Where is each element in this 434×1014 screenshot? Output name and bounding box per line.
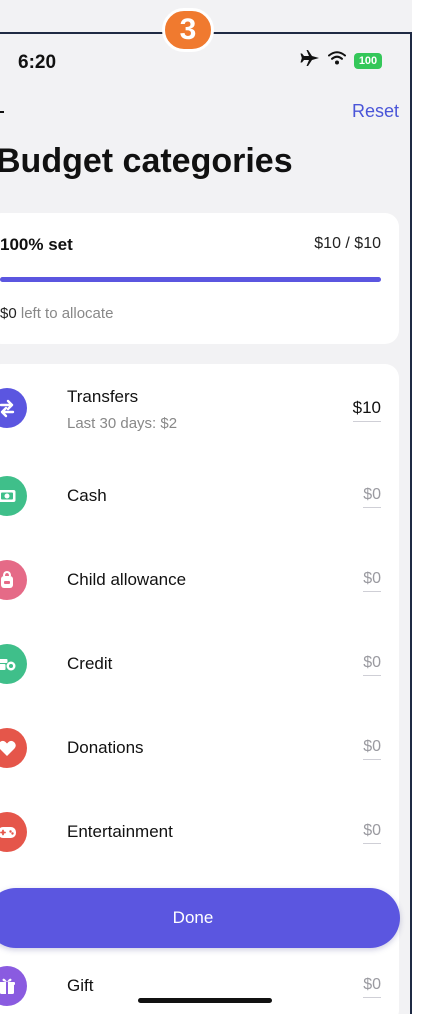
category-name: Entertainment [67,822,173,841]
category-amount[interactable]: $10 [352,398,381,422]
amount-ratio: $10 / $10 [314,235,381,252]
category-row-entertainment[interactable]: Entertainment $0 [0,802,399,862]
status-time: 6:20 [18,52,57,73]
status-icons: 100 [300,50,382,71]
category-row-cash[interactable]: Cash $0 [0,466,399,526]
gamepad-icon [0,812,27,852]
percent-set-label: 100% set [0,235,73,254]
backpack-icon [0,560,27,600]
allocation-progress-fill [0,277,381,282]
category-amount[interactable]: $0 [363,738,381,760]
left-text: left to allocate [16,305,114,322]
done-button[interactable]: Done [0,888,400,948]
category-row-donations[interactable]: Donations $0 [0,718,399,778]
reset-button[interactable]: Reset [352,101,399,122]
category-amount[interactable]: $0 [363,570,381,592]
transfer-arrows-icon [0,388,27,428]
category-name: Cash [67,486,107,505]
gift-icon [0,966,27,1006]
category-name: Gift [67,976,94,995]
app-screen: 6:20 100 Reset Budget categories 100% se… [0,0,434,1014]
category-row-child-allowance[interactable]: Child allowance $0 [0,550,399,610]
allocation-progress-bar [0,277,381,282]
category-row-gift[interactable]: Gift $0 [0,956,399,1014]
category-name: Credit [67,654,113,673]
wifi-icon [328,51,346,70]
category-amount[interactable]: $0 [363,654,381,676]
budget-summary-card: 100% set $10 / $10 $0 left to allocate [0,213,399,344]
screen-margin [412,0,434,1014]
category-amount[interactable]: $0 [363,976,381,998]
category-row-transfers[interactable]: Transfers Last 30 days: $2 $10 [0,378,399,438]
back-icon[interactable] [0,111,4,113]
credit-icon [0,644,27,684]
category-name: Transfers [67,387,139,406]
heart-icon [0,728,27,768]
category-amount[interactable]: $0 [363,822,381,844]
page-title: Budget categories [0,142,293,180]
airplane-icon [300,50,320,71]
cash-icon [0,476,27,516]
category-subtext: Last 30 days: $2 [67,415,178,432]
battery-icon: 100 [354,52,382,69]
category-name: Donations [67,738,144,757]
step-badge: 3 [162,8,214,52]
left-amount: $0 [0,305,17,322]
category-name: Child allowance [67,570,187,589]
left-to-allocate: $0 left to allocate [0,305,113,322]
home-indicator [138,998,272,1003]
category-row-credit[interactable]: Credit $0 [0,634,399,694]
category-amount[interactable]: $0 [363,486,381,508]
